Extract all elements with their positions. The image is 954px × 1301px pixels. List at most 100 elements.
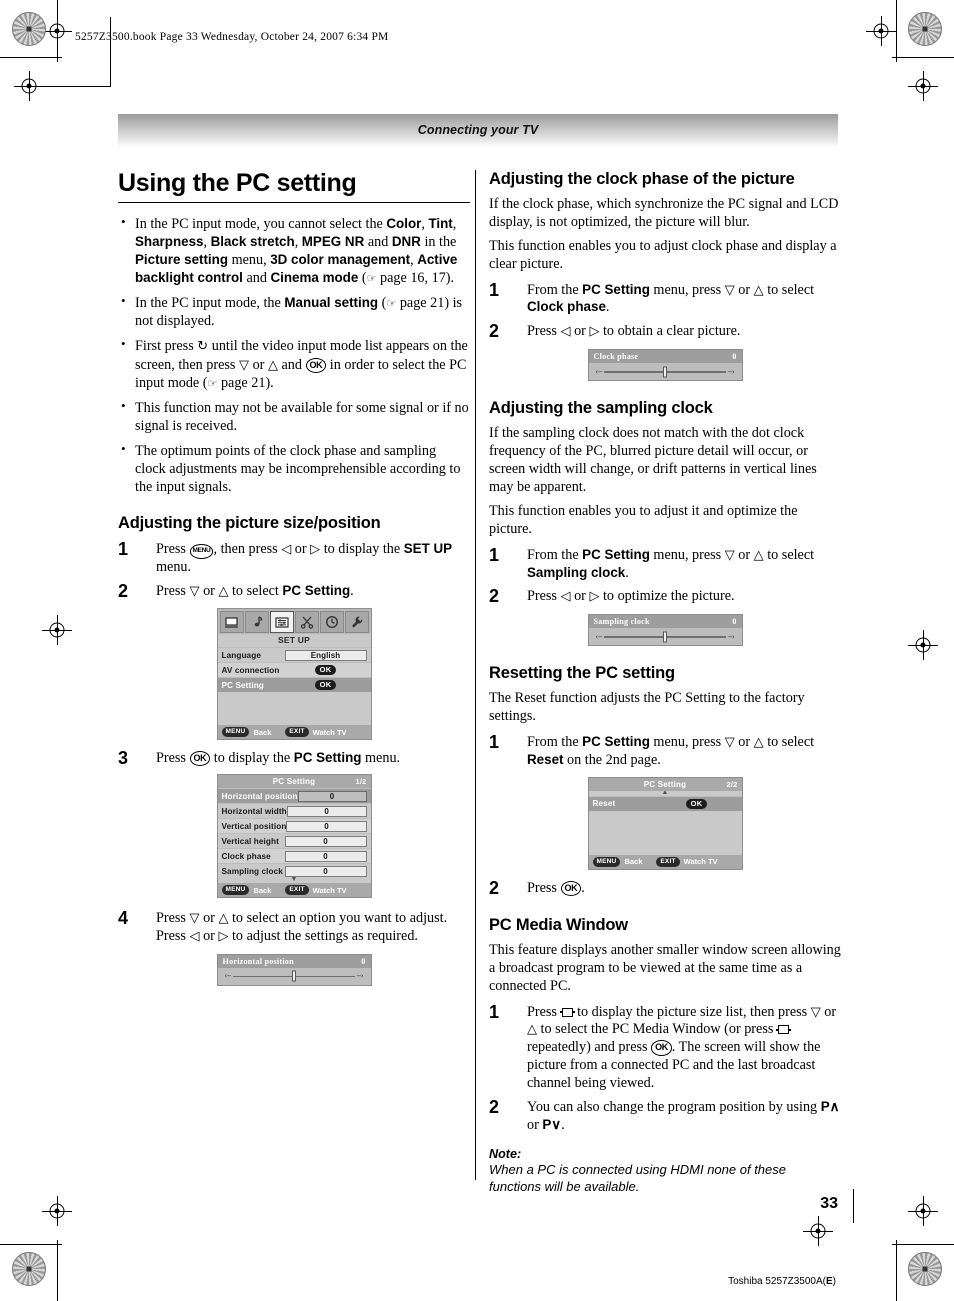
step-number: 4: [118, 908, 129, 929]
slider-track: ‹– –›: [589, 628, 742, 645]
emphasis-text: DNR: [391, 233, 421, 249]
osd-pc-setting-title-bar: PC Setting 2/2: [588, 777, 742, 791]
bullet-item: This function may not be available for s…: [118, 398, 470, 435]
paragraph: If the clock phase, which synchronize th…: [489, 195, 839, 230]
emphasis-text: Clock phase: [527, 299, 606, 315]
body-text: or: [734, 546, 754, 563]
up-arrow-icon: △: [527, 1021, 537, 1037]
emphasis-text: Tint: [428, 215, 453, 231]
up-arrow-icon: △: [267, 356, 278, 372]
heading-sampling-clock: Adjusting the sampling clock: [489, 399, 713, 418]
body-text: .: [561, 1116, 565, 1133]
bullet-item: First press ↻ until the video input mode…: [118, 336, 470, 392]
crop-mark-line: [0, 57, 62, 58]
printed-page: 5257Z3500.book Page 33 Wednesday, Octobe…: [0, 0, 954, 1301]
osd-row-label: AV connection: [221, 665, 280, 675]
osd-empty-area: [588, 810, 742, 855]
body-text: Press: [527, 879, 561, 896]
osd-row-value: 0: [286, 805, 367, 817]
emphasis-text: PC Setting: [582, 734, 650, 750]
step-number: 2: [489, 586, 500, 607]
down-arrow-icon: ▽: [189, 583, 200, 599]
osd-row-label: PC Setting: [221, 680, 264, 690]
osd-pc-setting-menu-page2: PC Setting 2/2 ▲ Reset OK MENU Back EXIT …: [587, 776, 743, 870]
body-text: or: [291, 541, 311, 558]
emphasis-text: MPEG NR: [301, 233, 365, 249]
up-arrow-icon: △: [753, 734, 764, 750]
body-text: menu, press: [649, 546, 725, 563]
paragraph: This function enables you to adjust cloc…: [489, 237, 837, 272]
color-registration-target: [908, 1252, 942, 1286]
picture-size-icon: [559, 1007, 575, 1017]
osd-pc-setting-page: 1/2: [355, 777, 367, 787]
slider-value: 0: [361, 956, 366, 966]
left-arrow-icon: ◁: [560, 323, 571, 339]
slider-value: 0: [732, 352, 737, 362]
body-text: In the PC input mode, the: [135, 294, 285, 311]
crop-mark-line: [896, 1240, 897, 1301]
doc-footer-text: Toshiba 5257Z3500A(: [728, 1276, 826, 1287]
step-number: 2: [489, 1097, 500, 1118]
down-arrow-icon: ▽: [810, 1003, 821, 1019]
osd-row-value: 0: [284, 865, 367, 877]
picture-size-icon: [775, 1025, 791, 1035]
slider-value: 0: [732, 617, 737, 627]
body-text: menu, press: [649, 734, 725, 751]
body-text: and: [364, 233, 392, 250]
osd-pc-setting-page: 2/2: [726, 779, 738, 789]
body-text: or: [570, 323, 590, 340]
slider-knob: [663, 631, 667, 643]
osd-row-ok-wrap: OK: [285, 665, 367, 675]
body-text: , then press: [213, 541, 282, 558]
osd-tab-scissors-icon: [294, 611, 319, 634]
body-text: or: [199, 910, 219, 927]
down-arrow-icon: ▽: [724, 281, 735, 297]
exit-key-label: Watch TV: [312, 727, 347, 737]
step-number: 1: [489, 279, 500, 300]
osd-setup-title: SET UP: [217, 634, 371, 648]
registration-mark: [14, 71, 44, 101]
body-text: From the: [527, 281, 583, 298]
emphasis-text: PC Setting: [282, 583, 351, 599]
paras-sampling-clock: If the sampling clock does not match wit…: [489, 425, 841, 538]
registration-mark: [908, 71, 938, 101]
steps-reset-1: 1 From the PC Setting menu, press ▽ or △ …: [489, 732, 841, 770]
ok-badge-icon: OK: [314, 665, 337, 675]
heading-pc-media-window: PC Media Window: [489, 915, 628, 934]
slider-header: Clock phase 0: [588, 350, 742, 364]
osd-row-value: 0: [284, 850, 367, 862]
step-item: 1 Press to display the picture size list,…: [489, 1002, 841, 1093]
registration-mark: [908, 630, 938, 660]
body-text: or: [199, 927, 219, 944]
body-text: and: [277, 356, 306, 373]
body-text: This function may not be available for s…: [135, 399, 469, 434]
body-text: ,: [203, 233, 211, 250]
slider-left-marker: ‹–: [595, 631, 603, 641]
body-text: repeatedly) and press: [527, 1039, 652, 1056]
body-text: Press: [527, 323, 561, 340]
down-arrow-icon: ▽: [189, 910, 200, 926]
body-text: on the 2nd page.: [563, 752, 661, 769]
registration-mark: [42, 16, 72, 46]
slider-line: [604, 366, 726, 378]
paras-pc-media: This feature displays another smaller wi…: [489, 942, 841, 996]
exit-key-label: Watch TV: [683, 857, 718, 867]
step-item: 1 From the PC Setting menu, press ▽ or △ …: [489, 732, 841, 770]
osd-row-value: 0: [297, 790, 367, 802]
program-down-icon: P∨: [542, 1116, 562, 1132]
crop-mark-line: [0, 1244, 62, 1245]
body-text: menu.: [156, 559, 192, 576]
osd-pc-setting-footer: MENU Back EXIT Watch TV: [217, 883, 371, 898]
step-number: 1: [489, 544, 500, 565]
menu-key-badge: MENU: [221, 885, 250, 895]
step-number: 2: [489, 321, 500, 342]
body-text: Press: [156, 910, 190, 927]
program-up-icon: P∧: [820, 1099, 840, 1115]
registration-mark: [866, 16, 896, 46]
note-label: Note:: [489, 1146, 522, 1161]
osd-setup-empty-area: [217, 692, 371, 726]
registration-mark: [42, 615, 72, 645]
slider-line: [604, 631, 726, 643]
step-item: 2 You can also change the program positio…: [489, 1097, 841, 1135]
body-text: Press: [156, 583, 190, 600]
